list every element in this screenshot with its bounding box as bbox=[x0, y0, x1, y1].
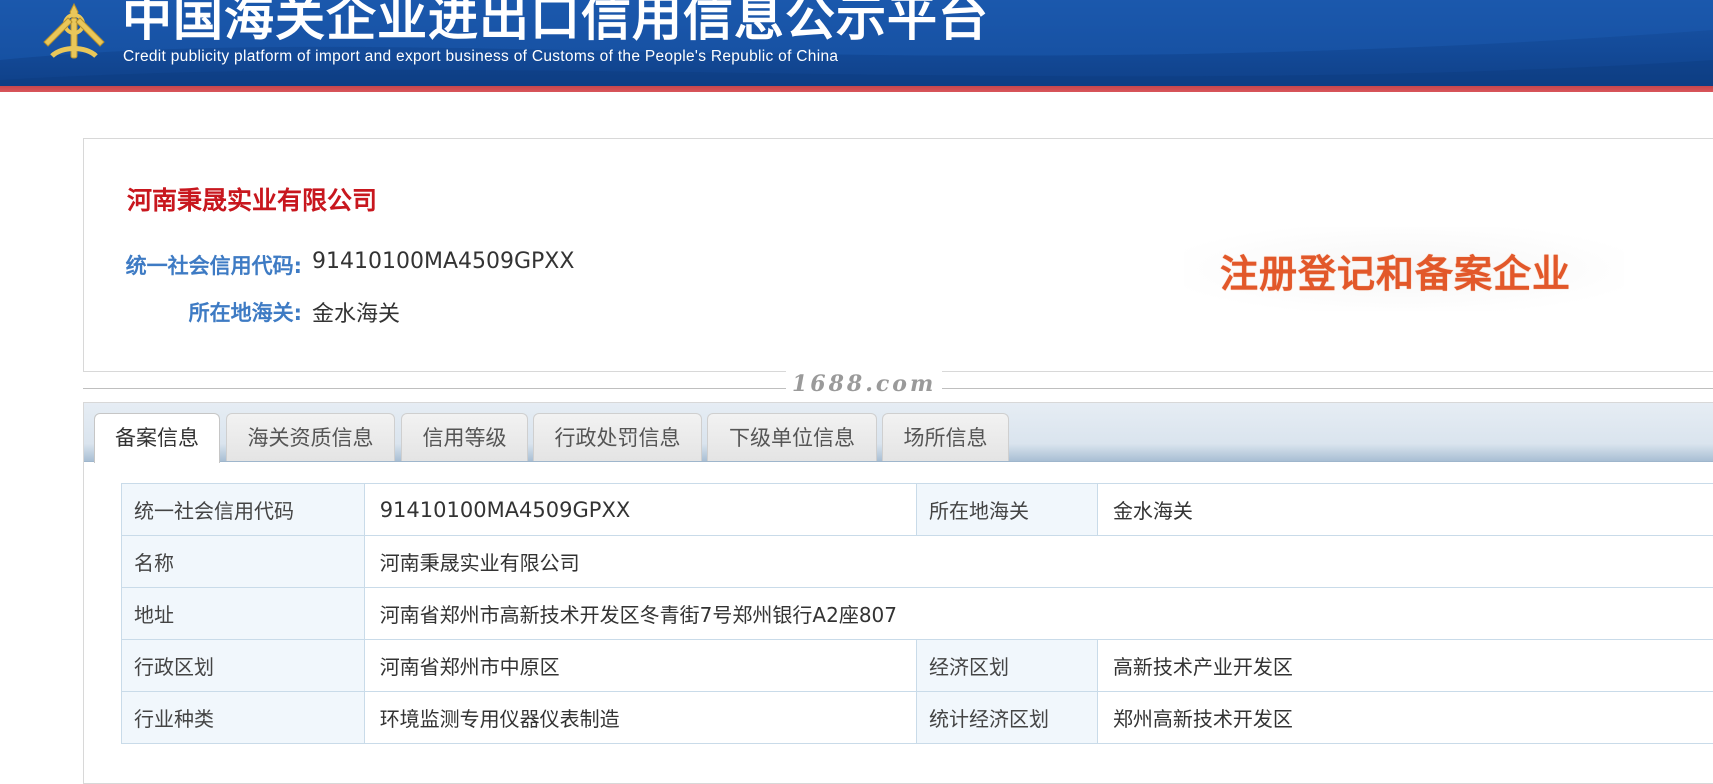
tab-credit-rating[interactable]: 信用等级 bbox=[401, 413, 528, 461]
table-row: 行业种类 环境监测专用仪器仪表制造 统计经济区划 郑州高新技术开发区 bbox=[122, 692, 1713, 744]
table-row: 地址 河南省郑州市高新技术开发区冬青街7号郑州银行A2座807 bbox=[122, 588, 1713, 640]
customs-label: 所在地海关: bbox=[84, 297, 302, 327]
table-label: 行政区划 bbox=[122, 640, 365, 692]
table-label: 地址 bbox=[122, 588, 365, 640]
table-label: 经济区划 bbox=[917, 640, 1098, 692]
site-subtitle: Credit publicity platform of import and … bbox=[123, 48, 838, 66]
table-value: 高新技术产业开发区 bbox=[1097, 640, 1713, 692]
watermark-text: 1688.com bbox=[786, 371, 942, 397]
table-value: 河南省郑州市中原区 bbox=[364, 640, 916, 692]
table-label: 名称 bbox=[122, 536, 365, 588]
table-row: 行政区划 河南省郑州市中原区 经济区划 高新技术产业开发区 bbox=[122, 640, 1713, 692]
table-label: 统计经济区划 bbox=[917, 692, 1098, 744]
record-info-table: 统一社会信用代码 91410100MA4509GPXX 所在地海关 金水海关 名… bbox=[121, 483, 1713, 744]
tab-sub-units[interactable]: 下级单位信息 bbox=[707, 413, 877, 461]
registration-stamp: 注册登记和备案企业 bbox=[1184, 227, 1624, 311]
tab-record-info[interactable]: 备案信息 bbox=[94, 413, 220, 463]
table-label: 行业种类 bbox=[122, 692, 365, 744]
table-row: 统一社会信用代码 91410100MA4509GPXX 所在地海关 金水海关 bbox=[122, 484, 1713, 536]
customs-value: 金水海关 bbox=[312, 296, 400, 328]
table-value: 河南秉晟实业有限公司 bbox=[364, 536, 1713, 588]
table-value: 金水海关 bbox=[1097, 484, 1713, 536]
company-name: 河南秉晟实业有限公司 bbox=[127, 181, 377, 217]
table-value: 郑州高新技术开发区 bbox=[1097, 692, 1713, 744]
detail-panel: 备案信息 海关资质信息 信用等级 行政处罚信息 下级单位信息 场所信息 统一社会… bbox=[83, 402, 1713, 784]
site-header: 中国海关企业进出口信用信息公示平台 Credit publicity platf… bbox=[0, 0, 1713, 92]
tab-customs-qualification[interactable]: 海关资质信息 bbox=[226, 413, 395, 461]
credit-code-label: 统一社会信用代码: bbox=[84, 250, 302, 280]
table-label: 统一社会信用代码 bbox=[122, 484, 365, 536]
table-value: 91410100MA4509GPXX bbox=[364, 484, 916, 536]
tab-site-info[interactable]: 场所信息 bbox=[882, 413, 1009, 461]
tab-admin-penalty[interactable]: 行政处罚信息 bbox=[533, 413, 702, 461]
customs-emblem-icon bbox=[38, 0, 110, 66]
registration-stamp-text: 注册登记和备案企业 bbox=[1220, 243, 1571, 298]
table-label: 所在地海关 bbox=[917, 484, 1098, 536]
table-value: 河南省郑州市高新技术开发区冬青街7号郑州银行A2座807 bbox=[364, 588, 1713, 640]
tab-bar: 备案信息 海关资质信息 信用等级 行政处罚信息 下级单位信息 场所信息 bbox=[84, 403, 1713, 462]
site-title: 中国海关企业进出口信用信息公示平台 bbox=[122, 0, 989, 50]
table-value: 环境监测专用仪器仪表制造 bbox=[364, 692, 916, 744]
company-summary-card: 河南秉晟实业有限公司 统一社会信用代码: 91410100MA4509GPXX … bbox=[83, 138, 1713, 372]
table-row: 名称 河南秉晟实业有限公司 bbox=[122, 536, 1713, 588]
credit-code-value: 91410100MA4509GPXX bbox=[312, 249, 574, 274]
